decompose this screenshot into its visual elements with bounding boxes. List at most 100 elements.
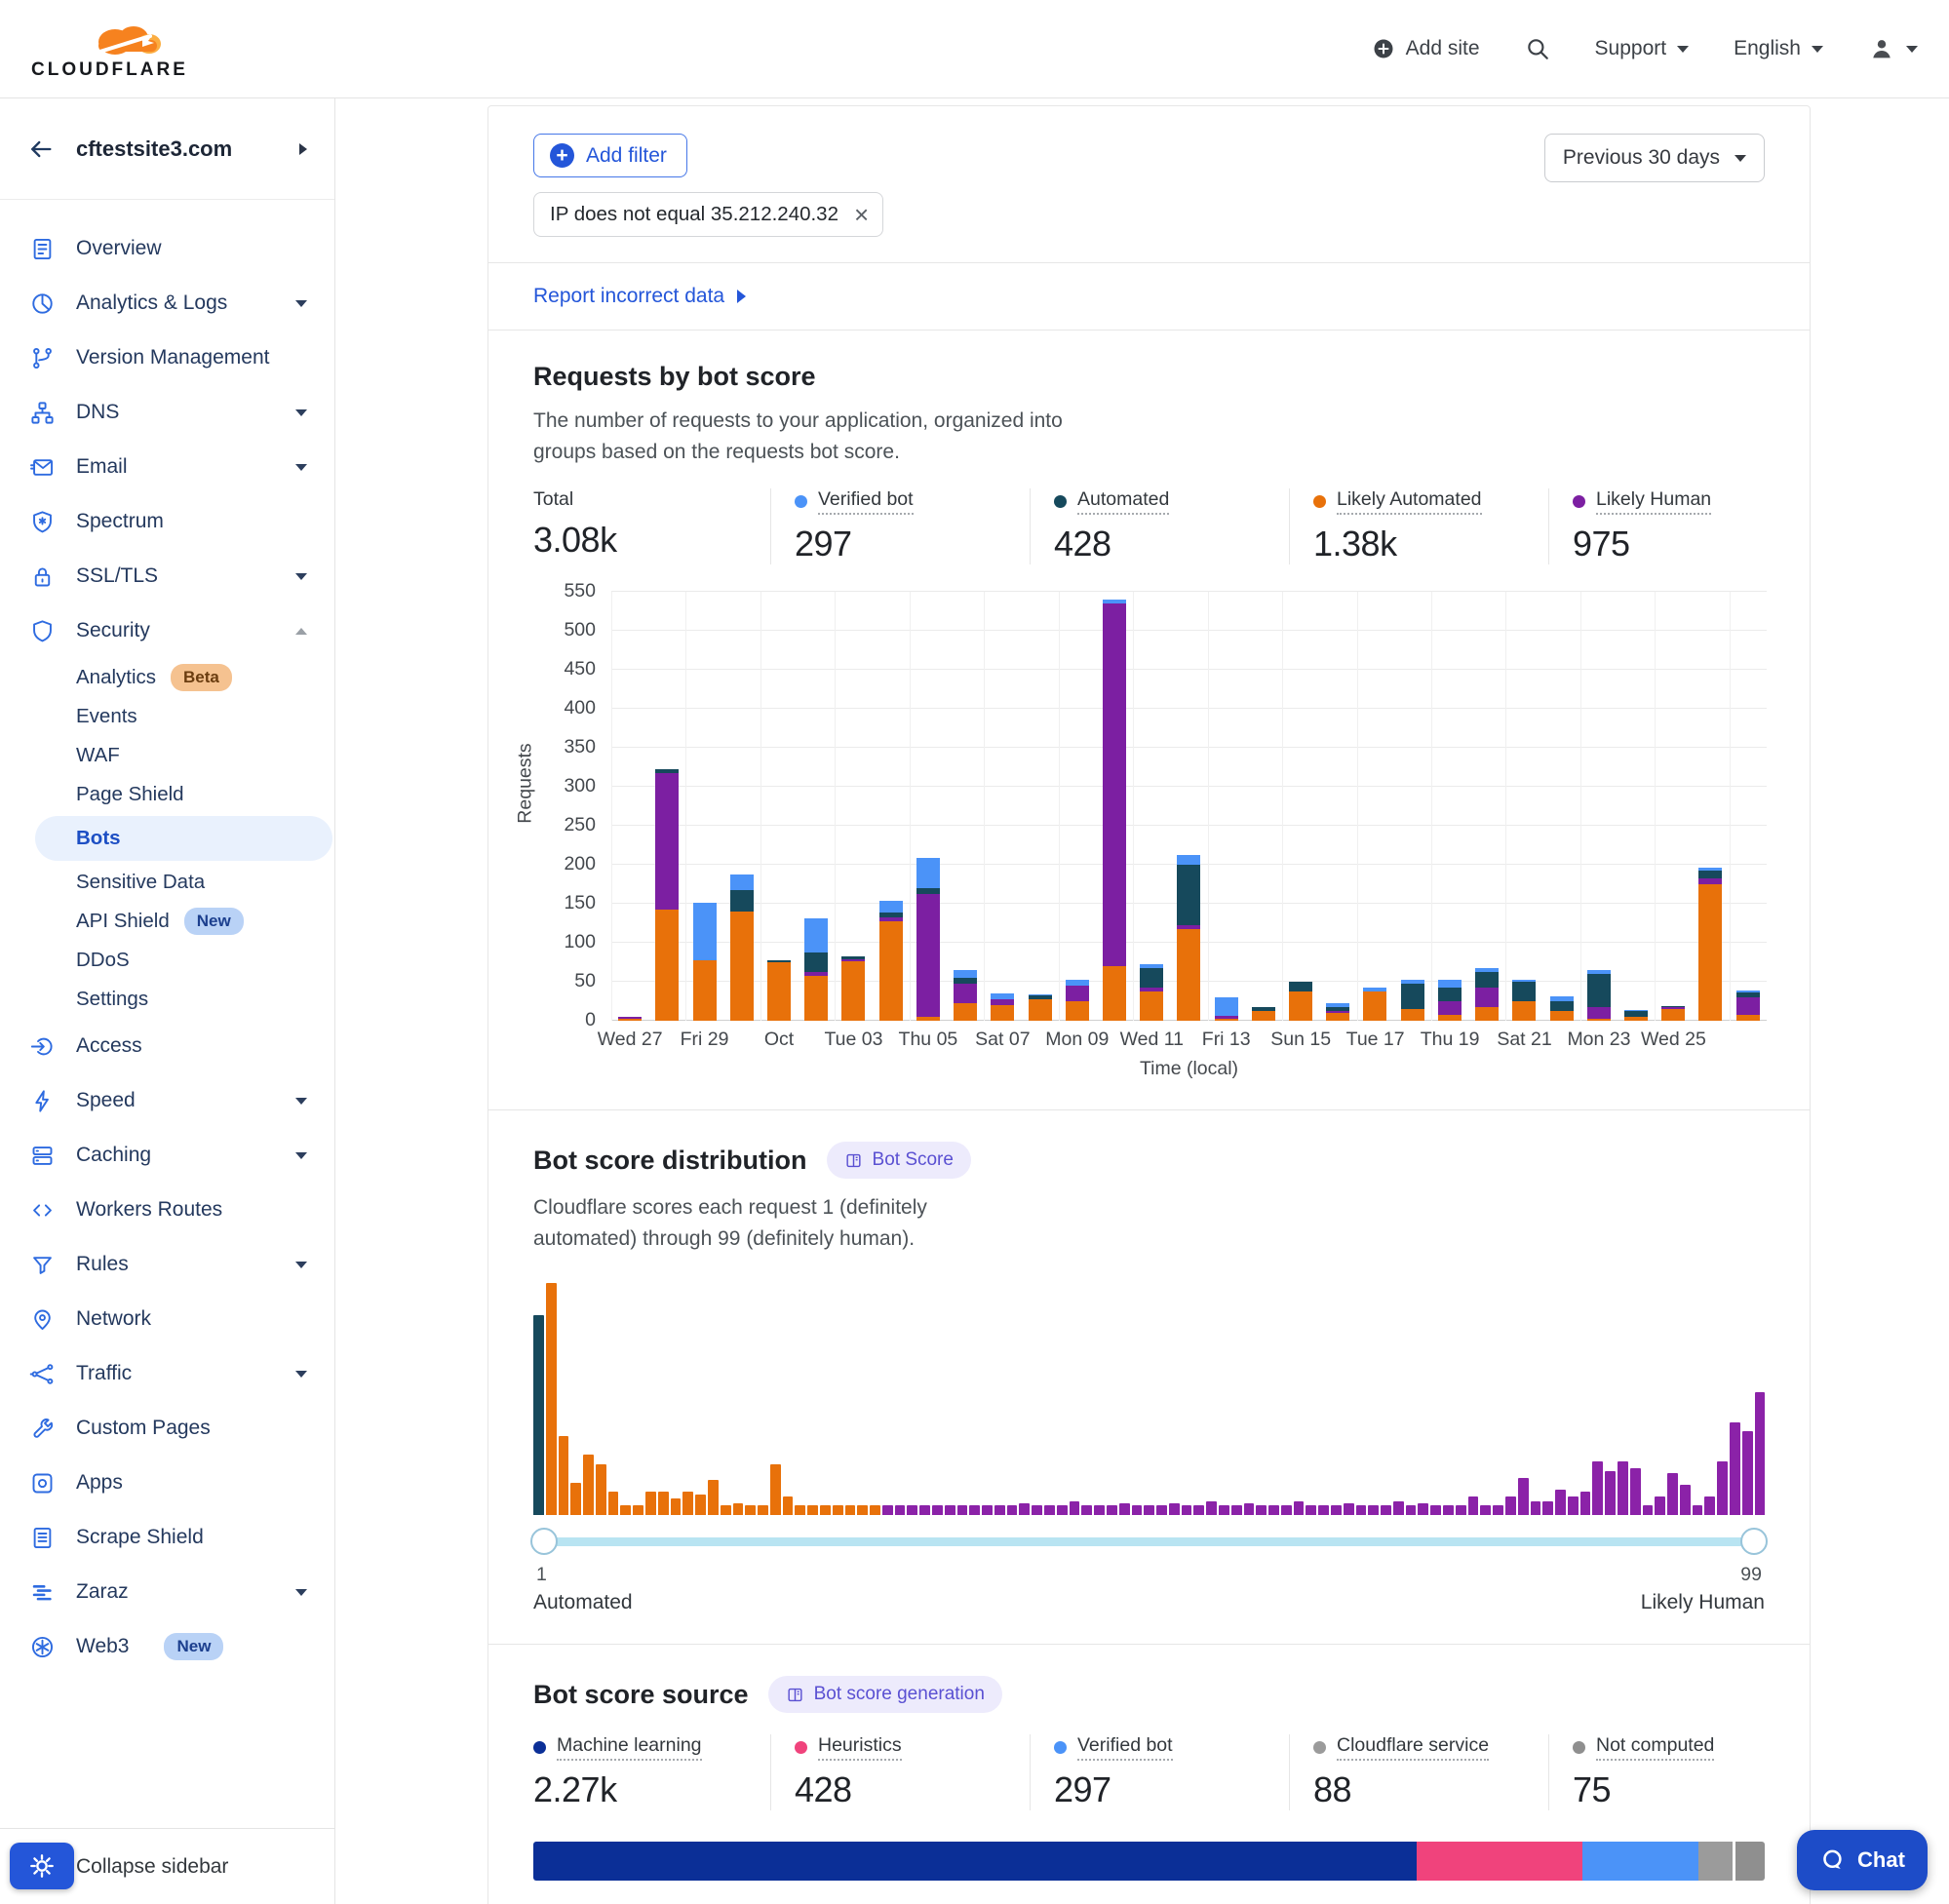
remove-filter-icon[interactable]: × (854, 205, 869, 224)
slider-handle-max[interactable] (1740, 1528, 1768, 1555)
stacked-bar[interactable] (841, 956, 865, 1021)
stacked-bar[interactable] (767, 960, 791, 1021)
back-arrow-icon[interactable] (27, 136, 55, 163)
stacked-bar[interactable] (1029, 994, 1052, 1021)
filter-chip[interactable]: IP does not equal 35.212.240.32 × (533, 192, 883, 237)
stacked-bar[interactable] (1624, 1010, 1648, 1021)
stacked-bar[interactable] (1103, 600, 1126, 1021)
stacked-bar[interactable] (1140, 964, 1163, 1021)
requests-stacked-bar-chart[interactable]: Requests 0501001502002503003504004505005… (611, 592, 1767, 1021)
sidebar-item-network[interactable]: Network (0, 1292, 334, 1346)
stacked-bar[interactable] (655, 769, 679, 1021)
slider-handle-min[interactable] (530, 1528, 558, 1555)
histogram-bar-score-58 (1244, 1503, 1255, 1515)
add-site-button[interactable]: Add site (1372, 37, 1480, 60)
stacked-bar[interactable] (1661, 1006, 1685, 1021)
stacked-bar[interactable] (1698, 868, 1722, 1021)
histogram-bar-score-32 (919, 1505, 930, 1515)
stacked-bar[interactable] (1326, 1003, 1349, 1021)
stacked-bar[interactable] (954, 970, 977, 1021)
stacked-bar[interactable] (1736, 991, 1760, 1021)
bot-score-generation-badge[interactable]: Bot score generation (768, 1676, 1002, 1713)
sidebar-item-overview[interactable]: Overview (0, 221, 334, 276)
sidebar-item-spectrum[interactable]: Spectrum (0, 494, 334, 549)
sidebar-item-apps[interactable]: Apps (0, 1456, 334, 1510)
y-tick-label: 100 (537, 931, 596, 953)
sidebar-item-access[interactable]: Access (0, 1019, 334, 1073)
sidebar-item-rules[interactable]: Rules (0, 1237, 334, 1292)
sidebar-item-page-shield[interactable]: Page Shield (0, 775, 334, 814)
sidebar-item-api-shield[interactable]: API ShieldNew (0, 902, 334, 941)
account-menu[interactable] (1868, 35, 1918, 62)
requests-stats-row: Total3.08kVerified bot297Automated428Lik… (533, 488, 1765, 564)
sidebar-item-scrape-shield[interactable]: Scrape Shield (0, 1510, 334, 1565)
date-range-select[interactable]: Previous 30 days (1544, 134, 1765, 182)
histogram-bar-score-34 (945, 1505, 955, 1515)
sidebar-item-analytics[interactable]: AnalyticsBeta (0, 658, 334, 697)
sidebar-item-zaraz[interactable]: Zaraz (0, 1565, 334, 1619)
stacked-bar[interactable] (1177, 855, 1200, 1021)
sidebar-item-label: API Shield (76, 910, 170, 933)
sidebar-item-waf[interactable]: WAF (0, 736, 334, 775)
bot-score-histogram[interactable] (533, 1283, 1765, 1515)
stacked-bar[interactable] (618, 1017, 642, 1021)
source-distribution-bar[interactable] (533, 1842, 1765, 1881)
search-button[interactable] (1525, 36, 1550, 61)
stacked-bar[interactable] (730, 874, 754, 1021)
sidebar-item-label: Settings (76, 988, 148, 1011)
histogram-bar-score-1 (533, 1315, 544, 1515)
sidebar-item-speed[interactable]: Speed (0, 1073, 334, 1128)
site-expander-icon[interactable] (299, 143, 307, 155)
stacked-bar[interactable] (1215, 997, 1238, 1021)
stacked-bar[interactable] (916, 858, 940, 1021)
stacked-bar[interactable] (879, 901, 903, 1021)
sidebar-item-sensitive-data[interactable]: Sensitive Data (0, 863, 334, 902)
stacked-bar[interactable] (1363, 988, 1386, 1021)
sidebar-item-email[interactable]: Email (0, 440, 334, 494)
sidebar-item-version-management[interactable]: Version Management (0, 330, 334, 385)
sidebar-item-events[interactable]: Events (0, 697, 334, 736)
stacked-bar[interactable] (1289, 982, 1312, 1021)
stacked-bar[interactable] (1512, 980, 1536, 1021)
sidebar-item-analytics-logs[interactable]: Analytics & Logs (0, 276, 334, 330)
shield-icon (29, 618, 56, 644)
stacked-bar[interactable] (1252, 1007, 1275, 1021)
sidebar-item-ddos[interactable]: DDoS (0, 941, 334, 980)
histogram-bar-score-15 (708, 1480, 719, 1515)
stacked-bar[interactable] (1475, 968, 1499, 1021)
sidebar-item-traffic[interactable]: Traffic (0, 1346, 334, 1401)
sidebar-item-settings[interactable]: Settings (0, 980, 334, 1019)
stacked-bar[interactable] (1550, 996, 1574, 1021)
sidebar-item-dns[interactable]: DNS (0, 385, 334, 440)
cloudflare-logo[interactable]: CLOUDFLARE (31, 17, 179, 81)
chat-button[interactable]: Chat (1797, 1830, 1928, 1890)
sidebar-item-ssl-tls[interactable]: SSL/TLS (0, 549, 334, 603)
stacked-bar[interactable] (1401, 980, 1424, 1021)
sidebar-item-custom-pages[interactable]: Custom Pages (0, 1401, 334, 1456)
settings-gear-button[interactable] (10, 1843, 74, 1889)
sidebar-item-workers-routes[interactable]: Workers Routes (0, 1183, 334, 1237)
stacked-bar[interactable] (991, 993, 1014, 1021)
bar-slot (723, 592, 760, 1021)
sidebar-item-bots[interactable]: Bots (35, 816, 332, 861)
stacked-bar[interactable] (1438, 980, 1462, 1021)
sidebar-item-web3[interactable]: Web3New (0, 1619, 334, 1674)
slider-min-label: Automated (533, 1591, 633, 1614)
support-menu[interactable]: Support (1595, 37, 1690, 60)
sidebar-item-label: Workers Routes (76, 1198, 222, 1222)
language-menu[interactable]: English (1734, 37, 1823, 60)
sidebar-nav: OverviewAnalytics & LogsVersion Manageme… (0, 200, 334, 1828)
sidebar-item-caching[interactable]: Caching (0, 1128, 334, 1183)
bot-score-badge[interactable]: Bot Score (827, 1142, 971, 1179)
stacked-bar[interactable] (1066, 980, 1089, 1021)
legend-dot-icon (533, 1741, 546, 1754)
bar-slot (1133, 592, 1170, 1021)
add-filter-button[interactable]: + Add filter (533, 134, 687, 177)
stacked-bar[interactable] (804, 918, 828, 1021)
sidebar-item-security[interactable]: Security (0, 603, 334, 658)
slider-track[interactable] (533, 1537, 1765, 1546)
report-incorrect-data-link[interactable]: Report incorrect data (533, 285, 746, 308)
collapse-sidebar-button[interactable]: Collapse sidebar (76, 1855, 228, 1879)
stacked-bar[interactable] (693, 903, 717, 1021)
stacked-bar[interactable] (1587, 970, 1611, 1021)
